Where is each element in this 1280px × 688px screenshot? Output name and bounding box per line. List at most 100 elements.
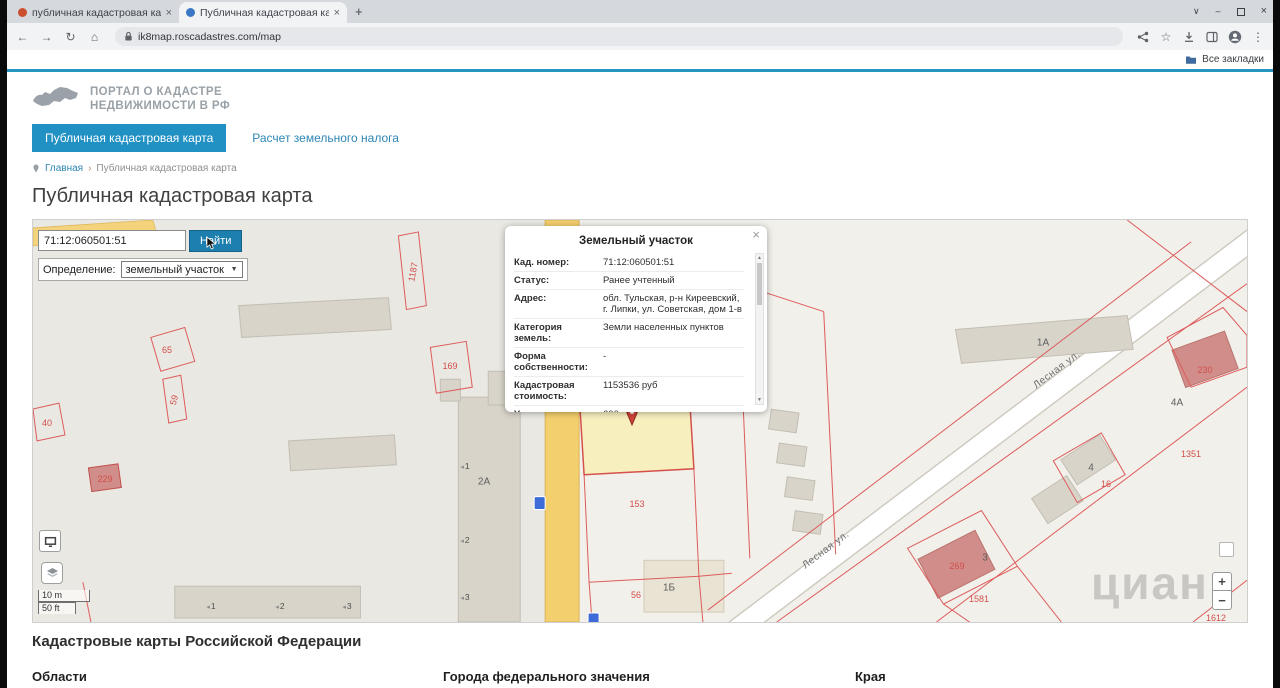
menu-kebab-icon[interactable]: ⋮ (1251, 30, 1265, 44)
tab-favicon (18, 8, 27, 17)
browser-window: публичная кадастровая ка × Публичная кад… (7, 0, 1273, 688)
new-tab-button[interactable]: + (355, 4, 363, 19)
selected-option: земельный участок (125, 263, 224, 276)
folder-icon[interactable] (1185, 55, 1197, 65)
attribution-button[interactable] (1219, 542, 1234, 557)
scale-metric: 10 m (38, 590, 90, 602)
site-nav: Публичная кадастровая карта Расчет земел… (32, 124, 1248, 152)
browser-tab-1[interactable]: публичная кадастровая ка × (11, 2, 179, 23)
footer-col-federal-cities[interactable]: Города федерального значения (443, 669, 650, 684)
site-header: ПОРТАЛ О КАДАСТРЕ НЕДВИЖИМОСТИ В РФ (32, 72, 1248, 114)
popup-close-icon[interactable]: × (752, 228, 760, 241)
zoom-out-button[interactable]: − (1212, 591, 1232, 610)
nav-tab-land-tax[interactable]: Расчет земельного налога (252, 131, 399, 145)
popup-row-label: Категория земель: (514, 322, 562, 344)
site-title: ПОРТАЛ О КАДАСТРЕ НЕДВИЖИМОСТИ В РФ (90, 86, 231, 112)
maximize-icon[interactable] (1236, 7, 1245, 16)
breadcrumb-home-link[interactable]: Главная (45, 163, 83, 174)
popup-row-value: обл. Тульская, р-н Киреевский, г. Липки,… (603, 293, 742, 315)
scrollbar-thumb[interactable] (757, 263, 762, 305)
side-panel-icon[interactable] (1205, 30, 1219, 44)
popup-row-value: Ранее учтенный (603, 275, 675, 286)
popup-row: Форма собственности: - (514, 347, 744, 376)
zoom-control: + − (1212, 572, 1232, 610)
tab-title: Публичная кадастровая ка (200, 6, 329, 19)
search-button[interactable]: Найти (189, 230, 243, 252)
tab-title: публичная кадастровая ка (32, 6, 161, 19)
bookmark-star-icon[interactable]: ☆ (1159, 30, 1173, 44)
definition-select[interactable]: земельный участок ▼ (120, 261, 243, 278)
nav-tab-public-map[interactable]: Публичная кадастровая карта (32, 124, 227, 152)
download-icon[interactable] (1182, 30, 1196, 44)
fullscreen-button[interactable] (39, 530, 61, 552)
minimize-icon[interactable]: – (1216, 7, 1221, 16)
lock-icon (125, 31, 132, 41)
road-sign-icon (587, 612, 600, 622)
back-button[interactable]: ← (15, 30, 30, 44)
tab-strip: публичная кадастровая ка × Публичная кад… (7, 0, 1273, 23)
tab-close-icon[interactable]: × (166, 7, 172, 19)
popup-row-value: 1153536 руб (603, 380, 658, 391)
popup-row: Категория земель: Земли населенных пункто… (514, 318, 744, 347)
scroll-down-icon[interactable]: ▼ (756, 397, 763, 403)
home-button[interactable]: ⌂ (87, 30, 102, 44)
avatar[interactable] (1228, 30, 1242, 44)
scale-imperial: 50 ft (38, 602, 76, 614)
scroll-up-icon[interactable]: ▲ (756, 255, 763, 261)
filter-label: Определение: (43, 263, 116, 276)
chevron-down-icon[interactable]: ∨ (1193, 7, 1200, 16)
reload-button[interactable]: ↻ (63, 30, 78, 44)
bookmarks-bar: Все закладки (7, 50, 1273, 69)
tab-favicon (186, 8, 195, 17)
footer-col-regions[interactable]: Области (32, 669, 87, 684)
popup-row-label: Адрес: (514, 293, 547, 304)
layers-button[interactable] (41, 562, 63, 584)
popup-title: Земельный участок (579, 235, 693, 247)
zoom-in-button[interactable]: + (1212, 572, 1232, 591)
tab-close-icon[interactable]: × (334, 7, 340, 19)
breadcrumb-current: Публичная кадастровая карта (96, 163, 237, 174)
popup-row: Статус: Ранее учтенный (514, 271, 744, 289)
popup-rows: Кад. номер: 71:12:060501:51 Статус: Ранее у… (514, 254, 744, 412)
popup-row-value: 71:12:060501:51 (603, 257, 675, 268)
map-search-bar: Найти (38, 230, 243, 252)
popup-row-label: Кадастровая стоимость: (514, 380, 575, 402)
popup-scrollbar[interactable]: ▲ ▼ (755, 253, 764, 405)
footer-col-krais[interactable]: Края (855, 669, 886, 684)
forward-button[interactable]: → (39, 30, 54, 44)
share-icon[interactable] (1136, 30, 1150, 44)
popup-row-label: Статус: (514, 275, 550, 286)
search-input[interactable] (38, 230, 186, 251)
site-logo-icon (33, 87, 78, 106)
browser-toolbar: ← → ↻ ⌂ ik8map.roscadastres.com/map ☆ ⋮ (7, 23, 1273, 50)
road-sign-icon (533, 496, 546, 511)
breadcrumb: Главная › Публичная кадастровая карта (32, 163, 1248, 174)
close-icon[interactable]: × (1261, 6, 1267, 17)
parcel-info-popup: × Земельный участок Кад. номер: 71:12:060… (505, 226, 767, 412)
footer-title: Кадастровые карты Российской Федерации (32, 633, 362, 650)
footer-columns: Области Города федерального значения Кра… (32, 669, 1248, 688)
popup-row: Кадастровая стоимость: 1153536 руб (514, 376, 744, 405)
popup-row-value: 600 кв.м (603, 409, 640, 412)
popup-row-value: Земли населенных пунктов (603, 322, 724, 333)
select-arrow-icon: ▼ (230, 266, 238, 273)
popup-row-label: Уточненная площадь: (514, 409, 598, 412)
popup-row: Кад. номер: 71:12:060501:51 (514, 254, 744, 271)
address-bar[interactable]: ik8map.roscadastres.com/map (115, 27, 1123, 46)
pin-icon (33, 164, 39, 173)
breadcrumb-separator: › (88, 163, 92, 174)
popup-row: Уточненная площадь: 600 кв.м (514, 405, 744, 412)
mouse-cursor-icon (206, 236, 217, 250)
page-title: Публичная кадастровая карта (32, 185, 313, 207)
layers-icon (46, 568, 58, 577)
popup-row-label: Форма собственности: (514, 351, 588, 373)
browser-tab-2[interactable]: Публичная кадастровая ка × (179, 2, 347, 23)
screen-icon (44, 536, 56, 547)
popup-row-label: Кад. номер: (514, 257, 570, 268)
all-bookmarks-label[interactable]: Все закладки (1202, 54, 1264, 65)
map-container[interactable]: 65 59 40 229 169 1187 2А ◂1 ◂2 ◂3 ◂1 ◂2 ◂3 153 56 1Б 1А 2… (32, 219, 1248, 623)
popup-row-value: - (603, 351, 607, 362)
popup-row: Адрес: обл. Тульская, р-н Киреевский, г. … (514, 289, 744, 318)
window-controls: ∨ – × (1193, 0, 1267, 23)
scale-control: 10 m 50 ft (38, 590, 90, 614)
